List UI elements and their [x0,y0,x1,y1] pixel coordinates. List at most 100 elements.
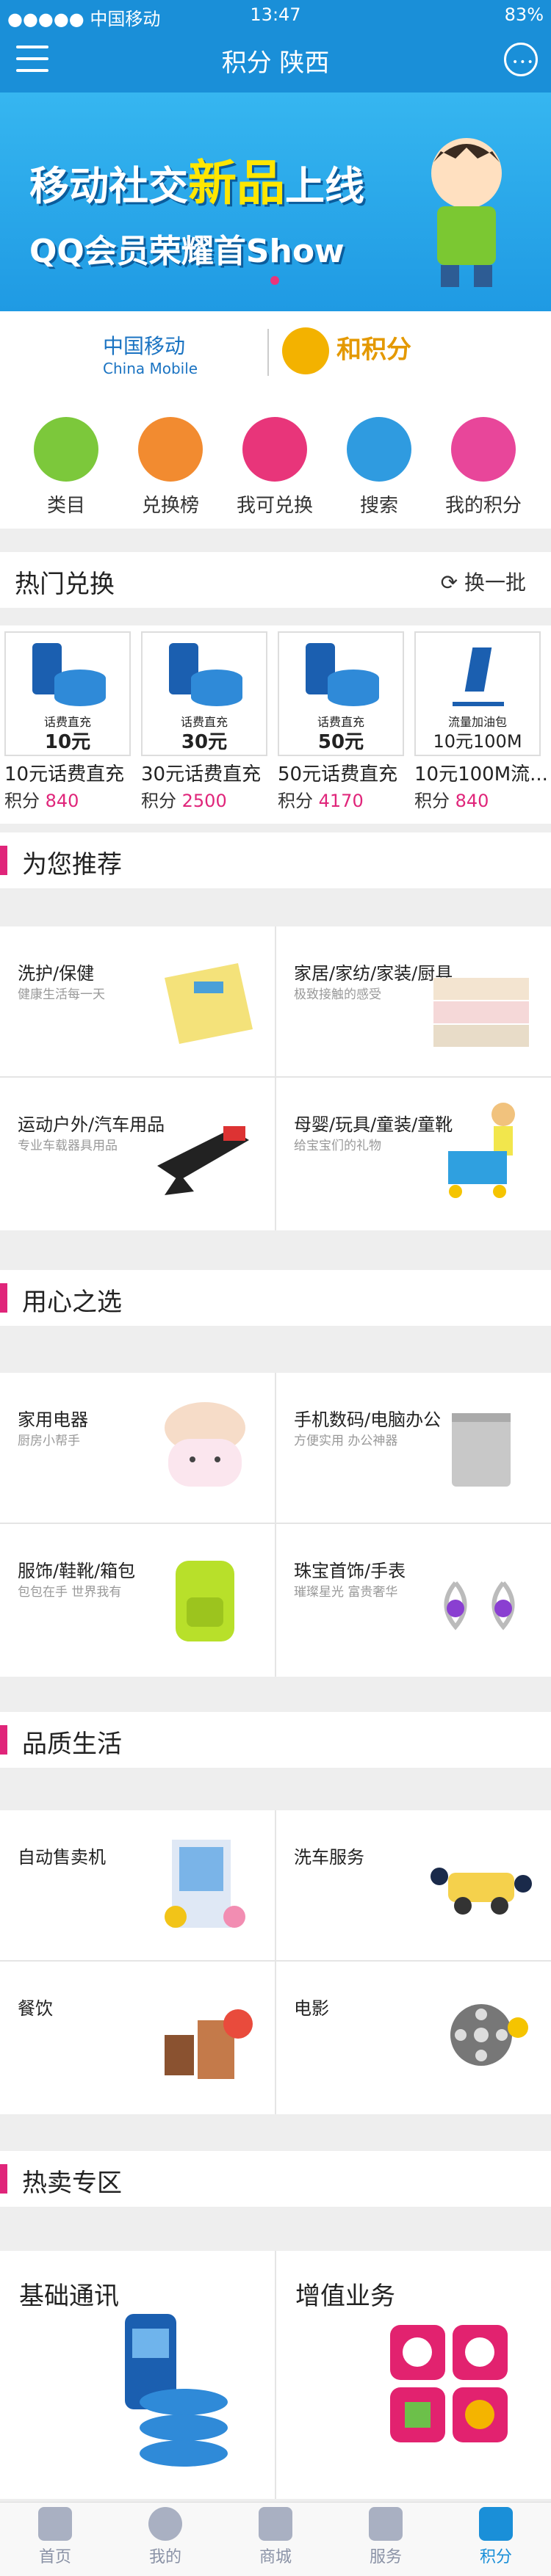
shortcut-catalog[interactable]: 类目 [15,417,118,518]
section-marker [0,846,7,875]
selection-grid: 家用电器 厨房小帮手 手机数码/电脑办公 方便实用 办公神器 服饰/鞋靴/箱包 … [0,1373,551,1677]
shortcut-ranking[interactable]: 兑换榜 [119,417,222,518]
category-cell[interactable]: 运动户外/汽车用品 专业车载器具用品 [0,1078,275,1227]
grid-divider [0,1523,551,1524]
exchange-icon [242,417,307,482]
cell-title: 家用电器 [18,1409,88,1430]
item-points: 积分 4170 [278,791,364,811]
selection-header: 用心之选 [0,1270,551,1326]
tab-home[interactable]: 首页 [0,2507,110,2567]
category-shortcuts: 类目 兑换榜 我可兑换 搜索 我的积分 [0,393,551,529]
zone-cell-basic[interactable]: 基础通讯 [0,2251,275,2499]
item-points: 积分 840 [414,791,489,811]
user-icon [451,417,516,482]
cell-subtitle: 专业车载器具用品 [18,1139,118,1153]
section-title: 用心之选 [22,1288,122,1317]
hot-zone-header: 热卖专区 [0,2151,551,2207]
scale-image [165,963,253,1044]
grid-divider [275,1373,276,1677]
category-cell[interactable]: 家用电器 厨房小帮手 [0,1373,275,1523]
profile-icon [148,2507,182,2541]
clock: 13:47 [250,4,301,25]
category-cell[interactable]: 家居/家纺/家装/厨具 极致接触的感受 [276,926,551,1076]
carousel-indicator[interactable] [270,276,279,285]
backpack-image [176,1561,234,1641]
cart-icon [259,2507,292,2541]
film-reel-image [450,2004,528,2066]
category-cell[interactable]: 手机数码/电脑办公 方便实用 办公神器 [276,1373,551,1523]
grid-divider [0,1076,551,1078]
cell-subtitle: 极致接触的感受 [294,987,381,1002]
shortcut-redeemable[interactable]: 我可兑换 [223,417,326,518]
search-icon [347,417,411,482]
data-pack-image: 流量加油包 10元100M [414,631,541,756]
home-icon [38,2507,72,2541]
china-mobile-logo: 中国移动 China Mobile [103,334,198,377]
tab-mall[interactable]: 商城 [220,2507,331,2567]
shortcut-label: 类目 [46,495,85,517]
category-cell[interactable]: 洗车服务 [276,1810,551,1960]
list-icon [34,417,98,482]
cell-title: 增值业务 [295,2282,395,2311]
hot-item[interactable]: 流量加油包 10元100M 10元100M流... 积分 840 [414,631,547,812]
car-wash-image [431,1868,532,1915]
shortcut-label: 兑换榜 [141,495,199,517]
tab-service[interactable]: 服务 [331,2507,441,2567]
brand-bar: 中国移动 China Mobile 和积分 [0,311,551,393]
hot-item[interactable]: 话费直充 10元 10元话费直充 积分 840 [4,631,137,812]
towel-image [433,978,529,1047]
category-cell[interactable]: 服饰/鞋靴/箱包 包包在手 世界我有 [0,1524,275,1674]
hot-exchange-header: 热门兑换 ⟳ 换一批 [0,552,551,608]
category-cell[interactable]: 电影 [276,1962,551,2111]
item-name: 10元话费直充 [4,763,125,786]
section-marker [0,1725,7,1755]
cell-title: 运动户外/汽车用品 [18,1114,165,1135]
shortcut-search[interactable]: 搜索 [328,417,431,518]
shortcut-label: 搜索 [359,495,398,517]
category-cell[interactable]: 珠宝首饰/手表 璀璨星光 富贵奢华 [276,1524,551,1674]
kid-cart-image [448,1103,515,1198]
category-cell[interactable]: 洗护/保健 健康生活每一天 [0,926,275,1076]
shortcut-my-points[interactable]: 我的积分 [432,417,535,518]
vacuum-image [157,1126,249,1195]
app-icons-image [390,2325,508,2442]
tab-points[interactable]: 积分 [441,2507,551,2567]
hot-item[interactable]: 话费直充 30元 30元话费直充 积分 2500 [141,631,273,812]
cell-subtitle: 方便实用 办公神器 [294,1434,398,1448]
section-marker [0,1283,7,1313]
item-name: 30元话费直充 [141,763,262,786]
quality-life-header: 品质生活 [0,1712,551,1768]
hot-exchange-list: 话费直充 10元 10元话费直充 积分 840 话费直充 30元 30元话费直充… [0,625,551,824]
cell-subtitle: 健康生活每一天 [18,987,105,1002]
cell-title: 洗护/保健 [18,963,95,984]
category-cell[interactable]: 餐饮 [0,1962,275,2111]
item-name: 50元话费直充 [278,763,398,786]
handshake-icon [369,2507,403,2541]
cell-subtitle: 包包在手 世界我有 [18,1585,122,1600]
category-cell[interactable]: 母婴/玩具/童装/童靴 给宝宝们的礼物 [276,1078,551,1227]
item-name: 10元100M流... [414,763,547,786]
phone-credit-image: 话费直充 50元 [278,631,404,756]
egg-cooker-image [165,1402,245,1487]
gift-icon [138,417,203,482]
hot-item[interactable]: 话费直充 50元 50元话费直充 积分 4170 [278,631,410,812]
earrings-image [444,1581,515,1630]
promo-banner[interactable]: 移动社交新品上线 QQ会员荣耀首Show [0,92,551,311]
hejifen-logo: 和积分 [282,327,411,374]
cell-subtitle: 给宝宝们的礼物 [294,1139,381,1153]
grid-divider [275,926,276,1230]
points-gift-icon [479,2507,513,2541]
tab-mine[interactable]: 我的 [110,2507,220,2567]
battery-label: 83% [504,4,544,25]
zone-cell-value-added[interactable]: 增值业务 [276,2251,551,2499]
cell-subtitle: 厨房小帮手 [18,1434,80,1448]
category-cell[interactable]: 自动售卖机 [0,1810,275,1960]
refresh-button[interactable]: ⟳ 换一批 [441,567,526,596]
phone-credit-image: 话费直充 30元 [141,631,267,756]
vending-machine-image [165,1840,245,1928]
cell-title: 基础通讯 [19,2282,119,2311]
shortcut-label: 我可兑换 [236,495,313,517]
chat-icon[interactable]: ••• [504,43,538,76]
recommend-grid: 洗护/保健 健康生活每一天 家居/家纺/家装/厨具 极致接触的感受 运动户外/汽… [0,926,551,1230]
cell-title: 自动售卖机 [18,1847,106,1868]
